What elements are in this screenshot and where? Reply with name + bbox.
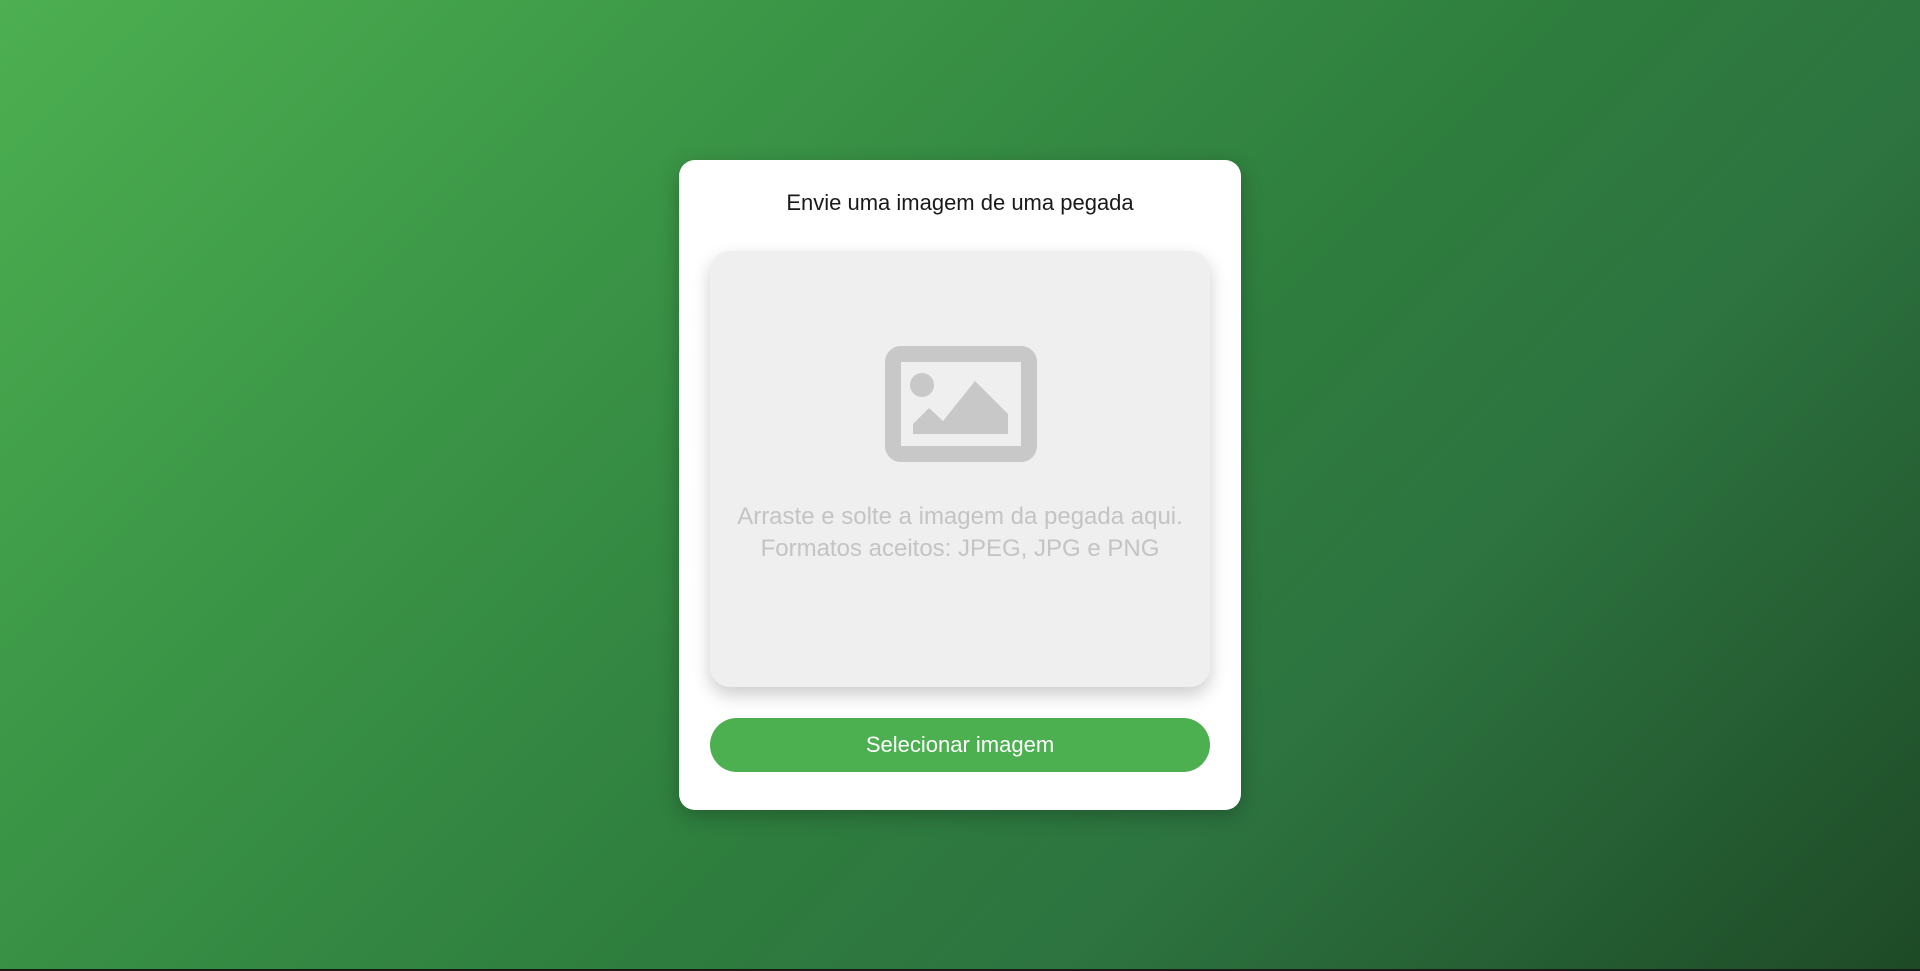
accepted-formats-text: Formatos aceitos: JPEG, JPG e PNG	[760, 535, 1160, 562]
upload-title: Envie uma imagem de uma pegada	[786, 190, 1134, 215]
upload-card: Envie uma imagem de uma pegada Arraste e…	[679, 160, 1241, 810]
dropzone-instructions: Arraste e solte a imagem da pegada aqui.…	[710, 501, 1210, 565]
select-image-button[interactable]: Selecionar imagem	[710, 718, 1210, 772]
image-dropzone[interactable]: Arraste e solte a imagem da pegada aqui.…	[710, 251, 1210, 687]
image-icon	[885, 346, 1037, 462]
dropzone-instruction-line: Arraste e solte a imagem da pegada aqui.	[737, 503, 1183, 530]
